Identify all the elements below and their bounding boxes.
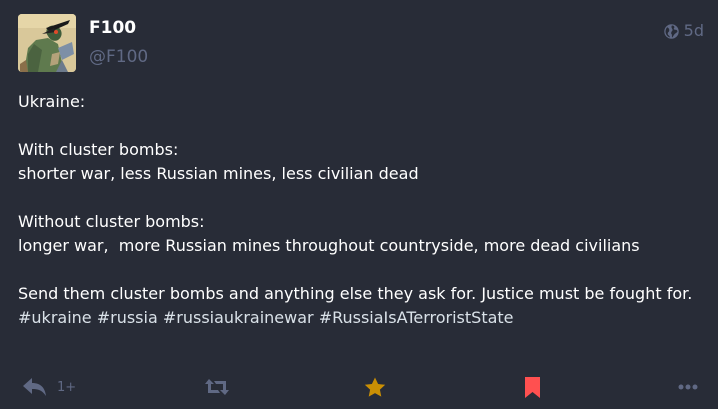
with-body: shorter war, less Russian mines, less ci… (18, 164, 419, 183)
reply-count: 1+ (57, 379, 77, 395)
avatar[interactable] (18, 14, 76, 72)
status-card: F100 @F100 5d Ukraine: With cluster bomb… (0, 0, 718, 409)
bookmark-icon (525, 376, 540, 398)
with-paragraph: With cluster bombs: shorter war, less Rus… (18, 138, 706, 186)
status-content: Ukraine: With cluster bombs: shorter war,… (18, 90, 706, 330)
favourite-button[interactable] (364, 372, 386, 402)
closing-text: Send them cluster bombs and anything els… (18, 284, 698, 303)
bookmark-button[interactable] (524, 372, 541, 402)
without-heading: Without cluster bombs: (18, 212, 205, 231)
hashtag-link[interactable]: #russiaukrainewar (163, 308, 314, 327)
reply-button[interactable]: 1+ (22, 372, 76, 402)
hashtag-link[interactable]: #ukraine (18, 308, 92, 327)
boost-icon (205, 379, 229, 395)
hashtag-link[interactable]: #russia (97, 308, 158, 327)
hashtag-link[interactable]: #RussiaIsATerroristState (319, 308, 514, 327)
display-name[interactable]: F100 (89, 17, 136, 39)
star-icon (364, 377, 386, 397)
reply-icon (23, 378, 46, 396)
with-heading: With cluster bombs: (18, 140, 179, 159)
intro-paragraph: Ukraine: (18, 92, 86, 111)
account-handle[interactable]: @F100 (89, 46, 148, 68)
closing-paragraph: Send them cluster bombs and anything els… (18, 282, 706, 330)
more-icon (678, 384, 698, 390)
without-paragraph: Without cluster bombs: longer war, more R… (18, 210, 706, 258)
avatar-image (18, 14, 76, 72)
globe-icon (663, 23, 679, 39)
more-button[interactable] (678, 372, 698, 402)
timestamp[interactable]: 5d (684, 21, 704, 41)
without-body: longer war, more Russian mines throughou… (18, 236, 640, 255)
status-meta[interactable]: 5d (663, 21, 704, 41)
action-bar: 1+ (0, 372, 718, 402)
boost-button[interactable] (205, 372, 229, 402)
